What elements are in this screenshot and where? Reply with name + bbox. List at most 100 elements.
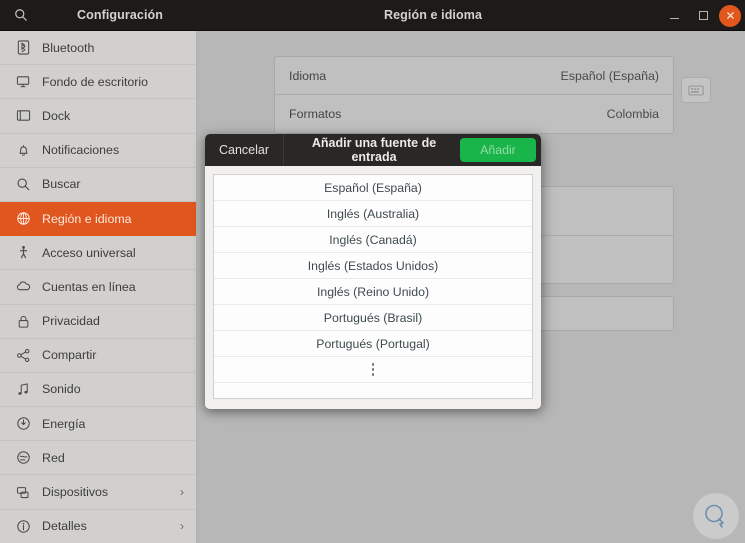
row-label: Formatos	[289, 107, 342, 121]
sidebar-item-label: Región e idioma	[42, 211, 132, 226]
lock-icon	[10, 314, 36, 329]
dialog-header: Cancelar Añadir una fuente de entrada Añ…	[205, 134, 541, 166]
sidebar-item-cuentas-en-l-nea[interactable]: Cuentas en línea	[0, 270, 196, 305]
watermark-logo	[693, 493, 739, 539]
sidebar-item-bluetooth[interactable]: Bluetooth	[0, 31, 196, 66]
music-note-icon	[10, 382, 36, 397]
bell-icon	[19, 144, 27, 156]
sidebar-item-label: Dock	[42, 108, 71, 123]
close-button[interactable]	[719, 4, 741, 27]
share-icon	[10, 348, 36, 363]
music-note-icon	[17, 383, 28, 395]
sidebar-item-sonido[interactable]: Sonido	[0, 373, 196, 408]
sidebar-item-compartir[interactable]: Compartir	[0, 339, 196, 373]
dot	[371, 373, 375, 376]
keyboard-icon	[688, 85, 704, 95]
network-icon	[16, 451, 30, 465]
dialog-title: Añadir una fuente de entrada	[311, 136, 437, 164]
sidebar-item-label: Detalles	[42, 519, 87, 534]
keyboard-layout-button[interactable]	[681, 77, 711, 103]
app-title: Configuración	[76, 8, 164, 22]
list-item[interactable]: Inglés (Estados Unidos)	[214, 253, 532, 279]
desktop-icon	[10, 74, 36, 89]
maximize-button[interactable]	[690, 3, 716, 29]
row-formatos[interactable]: Formatos Colombia	[275, 95, 673, 133]
share-icon	[16, 348, 29, 362]
list-item[interactable]: Portugués (Brasil)	[214, 305, 532, 331]
sidebar-item-acceso-universal[interactable]: Acceso universal	[0, 236, 196, 271]
sidebar-item-fondo-de-escritorio[interactable]: Fondo de escritorio	[0, 65, 196, 100]
sidebar-item-regi-n-e-idioma[interactable]: Región e idioma	[0, 201, 196, 237]
row-label: Idioma	[289, 68, 327, 83]
sidebar-item-red[interactable]: Red	[0, 441, 196, 476]
bluetooth-icon	[10, 40, 36, 55]
list-item[interactable]: Inglés (Reino Unido)	[214, 279, 532, 305]
network-icon	[10, 450, 36, 465]
search-icon	[10, 177, 36, 192]
accessibility-icon	[19, 246, 27, 259]
row-value: Español (España)	[560, 68, 660, 83]
accessibility-icon	[10, 245, 36, 260]
sidebar-item-label: Red	[42, 450, 65, 465]
sidebar-item-energ-a[interactable]: Energía	[0, 407, 196, 442]
bluetooth-icon	[17, 40, 29, 55]
search-icon	[16, 178, 29, 191]
window-controls	[661, 0, 741, 31]
devices-icon	[10, 485, 36, 500]
sidebar-item-label: Acceso universal	[42, 245, 136, 260]
lightbulb-icon	[705, 504, 724, 528]
sidebar-item-label: Cuentas en línea	[42, 279, 136, 294]
sidebar-item-label: Sonido	[42, 382, 81, 397]
dot	[371, 368, 375, 371]
vertical-ellipsis-icon[interactable]	[214, 357, 532, 383]
sidebar-item-label: Fondo de escritorio	[42, 74, 149, 89]
cloud-icon	[16, 281, 30, 291]
sidebar-item-dock[interactable]: Dock	[0, 99, 196, 134]
power-icon	[16, 417, 30, 430]
info-icon	[16, 519, 30, 533]
sidebar-item-label: Compartir	[42, 348, 97, 363]
dock-icon	[10, 108, 36, 123]
list-item[interactable]: Inglés (Canadá)	[214, 227, 532, 253]
maximize-icon	[698, 11, 708, 20]
cloud-icon	[10, 279, 36, 294]
row-idioma[interactable]: Idioma Español (España)	[275, 57, 673, 95]
language-card: Idioma Español (España) Formatos Colombi…	[274, 56, 674, 134]
sidebar-item-buscar[interactable]: Buscar	[0, 168, 196, 202]
chevron-right-icon: ›	[180, 485, 184, 500]
sidebar-item-label: Dispositivos	[42, 485, 109, 500]
row-value: Colombia	[606, 107, 659, 121]
desktop-icon	[16, 76, 29, 88]
globe-icon	[16, 212, 30, 225]
list-item[interactable]: Portugués (Portugal)	[214, 331, 532, 357]
info-icon	[10, 519, 36, 534]
sidebar-item-detalles[interactable]: Detalles ›	[0, 510, 196, 543]
power-icon	[10, 416, 36, 431]
titlebar: Configuración Región e idioma	[0, 0, 745, 31]
sidebar: Bluetooth Fondo de escritorio Dock Notifica…	[0, 31, 197, 543]
list-item[interactable]: Inglés (Australia)	[214, 201, 532, 227]
search-icon[interactable]	[0, 0, 41, 31]
lock-icon	[18, 315, 28, 328]
list-item[interactable]: Español (España)	[214, 175, 532, 201]
sidebar-item-label: Notificaciones	[42, 143, 120, 158]
dialog-body: Español (España) Inglés (Australia) Inglés…	[205, 166, 541, 409]
sidebar-item-label: Privacidad	[42, 314, 100, 329]
sidebar-item-label: Buscar	[42, 177, 81, 192]
add-button[interactable]: Añadir	[460, 138, 536, 162]
chevron-right-icon: ›	[180, 519, 184, 534]
input-source-list[interactable]: Español (España) Inglés (Australia) Inglés…	[213, 174, 533, 399]
sidebar-item-dispositivos[interactable]: Dispositivos ›	[0, 475, 196, 510]
cancel-button[interactable]: Cancelar	[205, 134, 285, 166]
sidebar-item-notificaciones[interactable]: Notificaciones	[0, 134, 196, 168]
close-icon	[726, 12, 734, 19]
dock-icon	[16, 110, 30, 122]
devices-icon	[16, 486, 29, 498]
settings-window: Configuración Región e idioma Bluetooth F…	[0, 0, 745, 543]
dot	[371, 363, 375, 366]
minimize-button[interactable]	[661, 3, 687, 29]
sidebar-item-privacidad[interactable]: Privacidad	[0, 305, 196, 339]
sidebar-item-label: Energía	[42, 416, 86, 431]
bell-icon	[10, 143, 36, 158]
add-input-source-dialog: Cancelar Añadir una fuente de entrada Añ…	[205, 134, 541, 409]
